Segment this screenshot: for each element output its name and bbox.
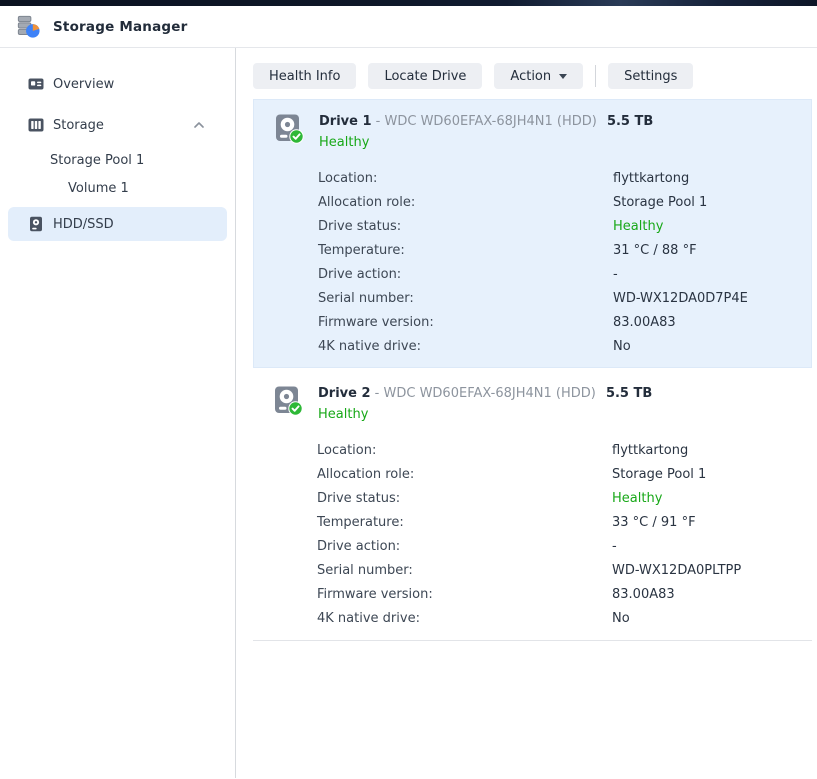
detail-value: WD-WX12DA0D7P4E	[613, 291, 748, 306]
detail-value: Storage Pool 1	[612, 467, 706, 482]
detail-label: Drive status:	[318, 219, 613, 234]
drive-header: Drive 2 - WDC WD60EFAX-68JH4N1 (HDD) 5.5…	[253, 385, 812, 425]
detail-label: Temperature:	[317, 515, 612, 530]
drive-model: - WDC WD60EFAX-68JH4N1 (HDD)	[376, 114, 597, 129]
detail-row-firmware-version: Firmware version: 83.00A83	[253, 582, 812, 606]
detail-row-temperature: Temperature: 33 °C / 91 °F	[253, 510, 812, 534]
caret-down-icon	[559, 74, 567, 79]
detail-row-drive-action: Drive action: -	[254, 262, 811, 286]
detail-value: -	[613, 267, 618, 282]
detail-row-drive-status: Drive status: Healthy	[253, 486, 812, 510]
drive-icon	[273, 113, 304, 153]
toolbar: Health Info Locate Drive Action Settings	[253, 63, 817, 89]
detail-row-4k-native: 4K native drive: No	[254, 334, 811, 358]
drive-size: 5.5 TB	[607, 114, 653, 129]
sidebar-item-storage-pool-1[interactable]: Storage Pool 1	[0, 148, 235, 172]
detail-row-drive-action: Drive action: -	[253, 534, 812, 558]
storage-manager-window: Storage Manager Overview	[0, 0, 817, 779]
sidebar-item-label: Overview	[53, 77, 114, 92]
sidebar-item-overview[interactable]: Overview	[0, 71, 235, 97]
detail-value: -	[612, 539, 617, 554]
detail-label: Allocation role:	[318, 195, 613, 210]
sidebar-item-hdd-ssd[interactable]: HDD/SSD	[8, 207, 227, 241]
detail-row-firmware-version: Firmware version: 83.00A83	[254, 310, 811, 334]
drive-header: Drive 1 - WDC WD60EFAX-68JH4N1 (HDD) 5.5…	[254, 113, 811, 153]
storage-icon	[28, 117, 44, 133]
detail-label: Temperature:	[318, 243, 613, 258]
detail-value: 33 °C / 91 °F	[612, 515, 696, 530]
sidebar-item-label: Volume 1	[68, 181, 129, 196]
detail-label: Location:	[318, 171, 613, 186]
page-title: Storage Manager	[53, 19, 187, 35]
storage-manager-icon	[14, 13, 41, 40]
settings-button[interactable]: Settings	[608, 63, 693, 89]
detail-value: No	[613, 339, 631, 354]
drive-health-status: Healthy	[319, 133, 653, 153]
detail-value: WD-WX12DA0PLTPP	[612, 563, 741, 578]
detail-row-location: Location: flyttkartong	[254, 166, 811, 190]
sidebar: Overview Storage	[0, 48, 236, 778]
main-content: Health Info Locate Drive Action Settings	[236, 48, 817, 778]
hdd-ssd-icon	[28, 216, 44, 232]
detail-label: 4K native drive:	[318, 339, 613, 354]
detail-value: Storage Pool 1	[613, 195, 707, 210]
detail-value: Healthy	[613, 219, 663, 234]
locate-drive-label: Locate Drive	[384, 69, 466, 84]
sidebar-item-label: HDD/SSD	[53, 217, 114, 232]
detail-row-allocation-role: Allocation role: Storage Pool 1	[253, 462, 812, 486]
detail-row-allocation-role: Allocation role: Storage Pool 1	[254, 190, 811, 214]
app-header: Storage Manager	[0, 6, 817, 48]
detail-row-location: Location: flyttkartong	[253, 438, 812, 462]
detail-label: Firmware version:	[318, 315, 613, 330]
overview-icon	[28, 76, 44, 92]
toolbar-divider	[595, 65, 596, 87]
action-button[interactable]: Action	[494, 63, 583, 89]
detail-row-temperature: Temperature: 31 °C / 88 °F	[254, 238, 811, 262]
detail-value: flyttkartong	[613, 171, 689, 186]
drive-name: Drive 1	[319, 114, 372, 129]
drive-size: 5.5 TB	[606, 386, 652, 401]
detail-row-4k-native: 4K native drive: No	[253, 606, 812, 630]
drive-panel-2[interactable]: Drive 2 - WDC WD60EFAX-68JH4N1 (HDD) 5.5…	[253, 371, 812, 641]
detail-value: 31 °C / 88 °F	[613, 243, 697, 258]
sidebar-item-storage[interactable]: Storage	[0, 112, 235, 138]
detail-value: Healthy	[612, 491, 662, 506]
detail-label: Serial number:	[318, 291, 613, 306]
detail-value: 83.00A83	[613, 315, 676, 330]
detail-value: flyttkartong	[612, 443, 688, 458]
locate-drive-button[interactable]: Locate Drive	[368, 63, 482, 89]
drive-panel-1[interactable]: Drive 1 - WDC WD60EFAX-68JH4N1 (HDD) 5.5…	[253, 99, 812, 368]
sidebar-item-label: Storage	[53, 118, 104, 133]
health-info-button[interactable]: Health Info	[253, 63, 356, 89]
drive-icon	[272, 385, 303, 425]
detail-label: Serial number:	[317, 563, 612, 578]
chevron-up-icon[interactable]	[193, 121, 205, 129]
detail-row-drive-status: Drive status: Healthy	[254, 214, 811, 238]
detail-label: Firmware version:	[317, 587, 612, 602]
detail-value: 83.00A83	[612, 587, 675, 602]
sidebar-item-volume-1[interactable]: Volume 1	[0, 176, 235, 200]
detail-row-serial-number: Serial number: WD-WX12DA0PLTPP	[253, 558, 812, 582]
detail-label: Drive status:	[317, 491, 612, 506]
detail-label: Drive action:	[318, 267, 613, 282]
detail-label: Location:	[317, 443, 612, 458]
detail-label: Drive action:	[317, 539, 612, 554]
drive-details: Location: flyttkartong Allocation role: …	[253, 438, 812, 630]
action-label: Action	[510, 69, 551, 84]
drive-name: Drive 2	[318, 386, 371, 401]
drive-details: Location: flyttkartong Allocation role: …	[254, 166, 811, 358]
detail-value: No	[612, 611, 630, 626]
detail-label: Allocation role:	[317, 467, 612, 482]
drive-health-status: Healthy	[318, 405, 652, 425]
detail-row-serial-number: Serial number: WD-WX12DA0D7P4E	[254, 286, 811, 310]
detail-label: 4K native drive:	[317, 611, 612, 626]
sidebar-item-label: Storage Pool 1	[50, 153, 144, 168]
drive-model: - WDC WD60EFAX-68JH4N1 (HDD)	[375, 386, 596, 401]
